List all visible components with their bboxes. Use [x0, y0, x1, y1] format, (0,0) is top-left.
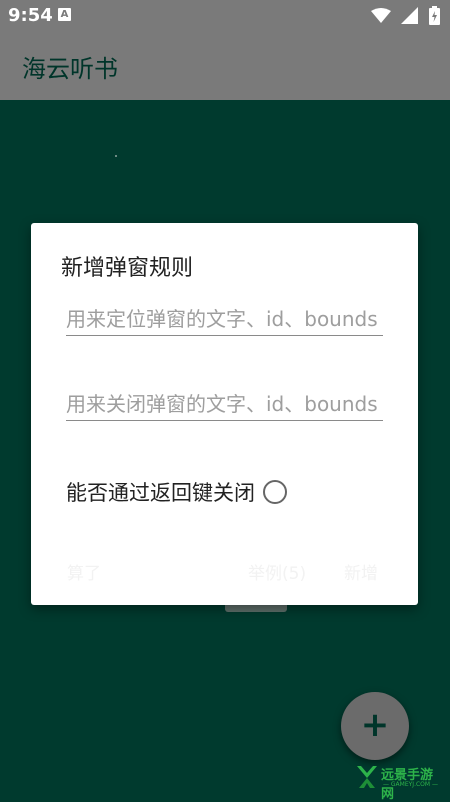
wifi-icon	[371, 7, 391, 23]
notification-badge: A	[58, 8, 71, 21]
back-key-radio[interactable]	[263, 480, 287, 504]
example-button[interactable]: 举例(5)	[248, 559, 306, 584]
app-bar: 海云听书	[0, 32, 450, 100]
back-key-label: 能否通过返回键关闭	[66, 481, 255, 505]
close-popup-input[interactable]: 用来关闭弹窗的文字、id、bounds	[66, 390, 383, 421]
add-button[interactable]: 新增	[344, 559, 378, 584]
signal-icon	[401, 6, 418, 24]
status-bar: 9:54 A	[0, 0, 450, 32]
add-fab-button[interactable]: +	[341, 692, 409, 760]
dialog-title: 新增弹窗规则	[61, 256, 194, 281]
watermark-subtext: — GAMEYJ.COM —	[383, 781, 438, 788]
cancel-button[interactable]: 算了	[67, 559, 101, 584]
add-popup-rule-dialog: 新增弹窗规则 用来定位弹窗的文字、id、bounds 用来关闭弹窗的文字、id、…	[31, 223, 418, 605]
status-icons	[371, 6, 440, 25]
status-time: 9:54	[8, 5, 53, 26]
back-key-row[interactable]: 能否通过返回键关闭	[66, 477, 287, 507]
background-dot	[115, 155, 117, 157]
app-title: 海云听书	[22, 55, 118, 83]
locate-popup-input[interactable]: 用来定位弹窗的文字、id、bounds	[66, 305, 383, 336]
watermark: 远景手游网 — GAMEYJ.COM —	[355, 762, 445, 802]
watermark-logo-icon	[357, 766, 377, 788]
battery-charging-icon	[429, 6, 440, 25]
